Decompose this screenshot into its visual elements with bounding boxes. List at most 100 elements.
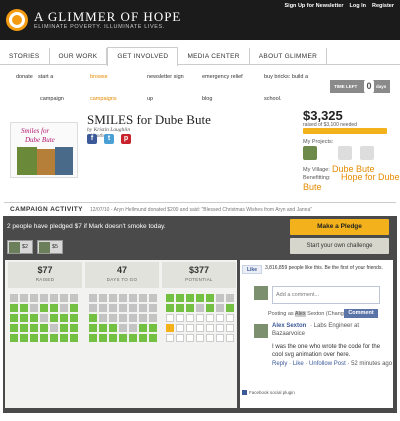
grid-cell — [176, 334, 184, 342]
grid-cell — [70, 324, 78, 332]
pledger-badge[interactable]: $5 — [37, 240, 63, 254]
unfollow-link[interactable]: Unfollow Post — [309, 361, 346, 367]
grid-cell — [89, 334, 97, 342]
grid-cell — [149, 294, 157, 302]
grid-cell — [109, 324, 117, 332]
project-photo-icon[interactable] — [303, 146, 317, 160]
raised-stat-value: $77 — [37, 265, 53, 275]
grid-cell — [139, 304, 147, 312]
grid-cell — [89, 304, 97, 312]
facebook-icon — [242, 390, 247, 396]
benefitting-link-2[interactable]: Bute — [303, 182, 322, 192]
login-link[interactable]: Log In — [349, 3, 366, 9]
grid-cell — [99, 324, 107, 332]
subnav-emergency-relief[interactable]: emergency relief — [202, 74, 243, 80]
water-jug-icon[interactable] — [360, 146, 374, 160]
subnav-newsletter[interactable]: newsletter sign — [147, 74, 184, 80]
register-link[interactable]: Register — [372, 3, 394, 9]
comment-actions: Reply · Like · Unfollow Post · 52 minute… — [272, 361, 393, 367]
subnav-buy-bricks[interactable]: buy bricks: build a — [264, 74, 308, 80]
grid-cell — [20, 294, 28, 302]
pledge-amount: $5 — [52, 244, 59, 250]
grid-cell — [30, 324, 38, 332]
newsletter-signup-link[interactable]: Sign Up for Newsletter — [285, 3, 344, 9]
thumb-photo — [55, 147, 73, 175]
posting-as-prefix: Posting as — [268, 311, 294, 317]
grid-cell — [60, 304, 68, 312]
subnav-start-campaign-2[interactable]: campaign — [40, 96, 64, 102]
grid-cell — [149, 304, 157, 312]
nav-our-work[interactable]: OUR WORK — [50, 48, 108, 64]
grid-cell — [70, 314, 78, 322]
like-link[interactable]: Like — [293, 361, 304, 367]
subnav-browse[interactable]: browse — [90, 74, 108, 80]
grid-cell — [186, 294, 194, 302]
grid-cell — [119, 304, 127, 312]
subnav-blog[interactable]: blog — [202, 96, 212, 102]
grid-cell — [176, 304, 184, 312]
grid-cell — [226, 304, 234, 312]
subnav-start-campaign[interactable]: start a — [38, 74, 53, 80]
facebook-icon[interactable]: f — [87, 134, 97, 144]
grid-cell — [166, 324, 174, 332]
grid-cell — [226, 314, 234, 322]
grid-cell — [30, 314, 38, 322]
posting-as-change[interactable]: Sexton (Change) — [307, 311, 349, 317]
grid-cell — [20, 304, 28, 312]
nav-about-glimmer[interactable]: ABOUT GLIMMER — [250, 48, 328, 64]
benefitting-label: Benefitting: — [303, 175, 331, 181]
grid-cell — [139, 294, 147, 302]
grid-cell — [216, 304, 224, 312]
subnav-browse-2[interactable]: campaigns — [90, 96, 117, 102]
grid-cell — [70, 294, 78, 302]
grid-cell — [20, 324, 28, 332]
grid-cell — [10, 324, 18, 332]
pinterest-icon[interactable]: p — [121, 134, 131, 144]
logo-sun-icon[interactable] — [6, 9, 28, 31]
subnav-donate[interactable]: donate — [16, 74, 33, 80]
grid-cell — [119, 334, 127, 342]
grid-cell — [119, 314, 127, 322]
twitter-icon[interactable]: t — [104, 134, 114, 144]
grid-cell — [129, 294, 137, 302]
comment-button[interactable]: Comment — [344, 309, 378, 318]
grid-cell — [166, 294, 174, 302]
reply-link[interactable]: Reply — [272, 361, 287, 367]
nav-get-involved[interactable]: GET INVOLVED — [107, 47, 179, 66]
facebook-like-button[interactable]: Like — [242, 265, 262, 274]
pledger-badge[interactable]: $2 — [7, 240, 33, 254]
grid-cell — [206, 304, 214, 312]
benefitting-link[interactable]: Hope for Dube — [341, 172, 400, 182]
nav-stories[interactable]: STORIES — [0, 48, 50, 64]
grid-cell — [99, 294, 107, 302]
nav-media-center[interactable]: MEDIA CENTER — [178, 48, 250, 64]
subnav-newsletter-2[interactable]: up — [147, 96, 153, 102]
campaign-activity-bar: CAMPAIGN ACTIVITY 12/07/10 - Aryn Hellmu… — [4, 202, 396, 216]
make-pledge-button[interactable]: Make a Pledge — [290, 219, 389, 235]
grid-cell — [30, 334, 38, 342]
grid-cell — [50, 314, 58, 322]
water-pump-icon[interactable] — [338, 146, 352, 160]
brand-name[interactable]: A GLIMMER OF HOPE — [34, 9, 181, 25]
funding-progress-bar — [303, 128, 387, 134]
comment-input[interactable]: Add a comment... — [272, 286, 380, 304]
project-title: SMILES for Dube Bute — [87, 112, 211, 127]
time-left-unit: days — [376, 84, 387, 89]
facebook-plugin-footer[interactable]: Facebook social plugin — [242, 390, 295, 396]
grid-cell — [10, 304, 18, 312]
grid-cell — [129, 314, 137, 322]
comment-text: I was the one who wrote the code for the… — [272, 344, 381, 358]
time-left-badge: TIME LEFT 0 days — [330, 80, 390, 93]
grid-cell — [50, 334, 58, 342]
potential-value: $377 — [188, 265, 210, 275]
commenter-name[interactable]: Alex Sexton — [272, 323, 306, 329]
grid-cell — [119, 294, 127, 302]
project-thumbnail[interactable]: Smiles for Dube Bute — [10, 122, 78, 178]
grid-cell — [20, 314, 28, 322]
grid-cell — [196, 294, 204, 302]
avatar[interactable] — [254, 324, 268, 338]
grid-cell — [30, 294, 38, 302]
subnav-buy-bricks-2[interactable]: school. — [264, 96, 281, 102]
avatar — [254, 286, 268, 300]
start-own-challenge-button[interactable]: Start your own challenge — [290, 238, 389, 254]
